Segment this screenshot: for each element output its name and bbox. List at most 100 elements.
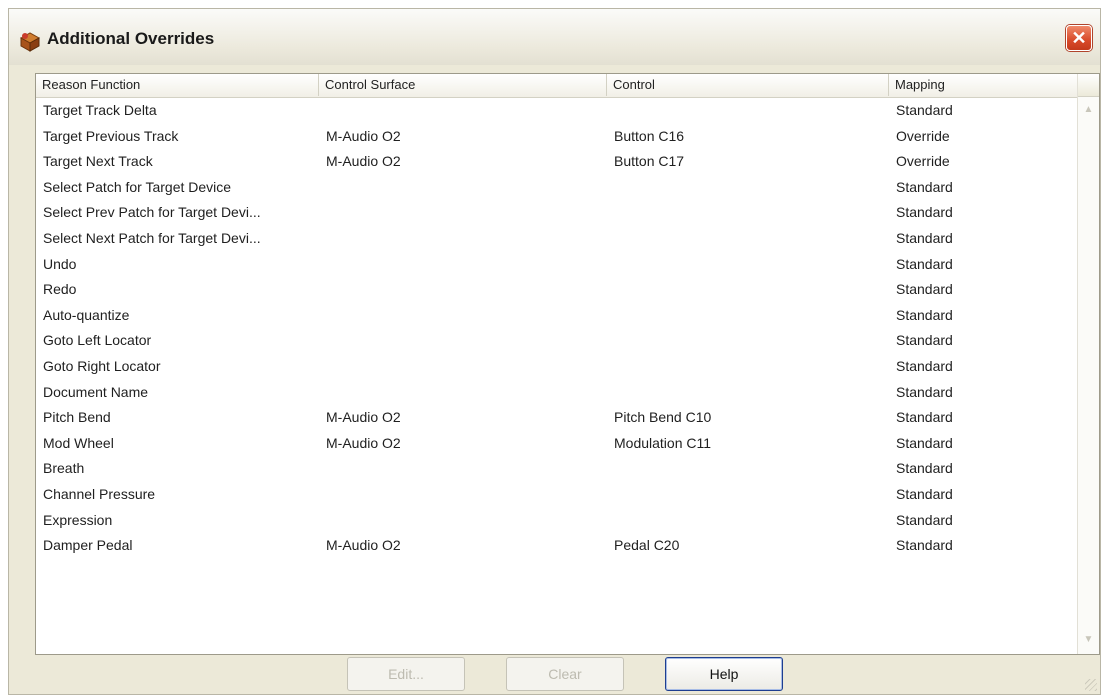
cell-mapping: Standard	[896, 306, 953, 323]
cell-reason-function: Target Previous Track	[43, 127, 179, 144]
table-row[interactable]: Target Track Delta Standard	[36, 98, 1078, 124]
table-row[interactable]: Goto Left Locator Standard	[36, 328, 1078, 354]
cell-mapping: Standard	[896, 281, 953, 298]
cell-control: Button C17	[614, 153, 685, 170]
table-row[interactable]: Target Previous Track M-Audio O2 Button C1…	[36, 124, 1078, 150]
table-row[interactable]: Auto-quantize Standard	[36, 303, 1078, 329]
table-row[interactable]: Pitch Bend M-Audio O2 Pitch Bend C10 Standa…	[36, 405, 1078, 431]
help-button[interactable]: Help	[665, 657, 783, 691]
cell-reason-function: Channel Pressure	[43, 485, 156, 502]
cell-mapping: Standard	[896, 485, 953, 502]
cell-mapping: Standard	[896, 537, 953, 554]
table-row[interactable]: Select Patch for Target Device Standard	[36, 175, 1078, 201]
cell-reason-function: Select Patch for Target Device	[43, 178, 232, 195]
table-row[interactable]: Mod Wheel M-Audio O2 Modulation C11 Standar…	[36, 431, 1078, 457]
cell-control	[607, 175, 896, 200]
table-row[interactable]: Expression Standard	[36, 508, 1078, 534]
cell-control-surface: M-Audio O2	[326, 127, 401, 144]
cell-mapping: Standard	[896, 255, 953, 272]
cell-reason-function: Pitch Bend	[43, 409, 111, 426]
cell-reason-function: Target Track Delta	[43, 102, 157, 118]
cell-control-surface	[319, 328, 614, 353]
close-button[interactable]: ✕	[1066, 25, 1092, 51]
clear-button[interactable]: Clear	[506, 657, 624, 691]
column-header-mapping[interactable]: Mapping	[889, 74, 1078, 96]
cell-mapping: Override	[896, 153, 950, 170]
table-row[interactable]: Document Name Standard	[36, 380, 1078, 406]
table-row[interactable]: Select Next Patch for Target Devi... Stan…	[36, 226, 1078, 252]
title-bar[interactable]: Additional Overrides ✕	[9, 9, 1100, 65]
table-row[interactable]: Breath Standard	[36, 456, 1078, 482]
column-header-control-surface[interactable]: Control Surface	[319, 74, 607, 96]
cell-control-surface	[319, 277, 614, 302]
cell-control-surface: M-Audio O2	[326, 537, 401, 554]
overrides-list[interactable]: Reason Function Control Surface Control …	[35, 73, 1100, 655]
cell-reason-function: Goto Right Locator	[43, 357, 161, 374]
cell-reason-function: Select Prev Patch for Target Devi...	[43, 204, 261, 221]
cell-reason-function: Auto-quantize	[43, 306, 130, 323]
cell-reason-function: Undo	[43, 255, 77, 272]
cell-control-surface	[319, 98, 614, 123]
cell-control	[607, 508, 896, 533]
cell-control	[607, 456, 896, 481]
cell-control-surface	[319, 380, 614, 405]
cell-reason-function: Damper Pedal	[43, 537, 133, 554]
cell-control	[607, 252, 896, 277]
cell-mapping: Standard	[896, 434, 953, 451]
cell-control	[607, 328, 896, 353]
cell-control	[607, 98, 896, 123]
cell-control: Pedal C20	[614, 537, 680, 554]
cell-control-surface	[319, 482, 614, 507]
scroll-down-icon[interactable]: ▼	[1080, 631, 1097, 648]
cell-mapping: Standard	[896, 204, 953, 221]
cell-mapping: Override	[896, 127, 950, 144]
cell-reason-function: Expression	[43, 511, 113, 528]
column-header-reason-function[interactable]: Reason Function	[36, 74, 319, 96]
cell-mapping: Standard	[896, 511, 953, 528]
cell-control-surface	[319, 200, 614, 225]
vertical-scrollbar[interactable]: ▲ ▼	[1077, 74, 1099, 654]
list-header: Reason Function Control Surface Control …	[36, 74, 1078, 98]
cell-control-surface	[319, 354, 614, 379]
cell-control	[607, 354, 896, 379]
cell-control-surface: M-Audio O2	[326, 153, 401, 170]
table-row[interactable]: Channel Pressure Standard	[36, 482, 1078, 508]
edit-button[interactable]: Edit...	[347, 657, 465, 691]
cell-mapping: Standard	[896, 383, 953, 400]
cell-control	[607, 482, 896, 507]
table-row[interactable]: Goto Right Locator Standard	[36, 354, 1078, 380]
cell-control-surface	[319, 252, 614, 277]
cell-mapping: Standard	[896, 409, 953, 426]
cell-control	[607, 380, 896, 405]
cell-control-surface	[319, 226, 614, 251]
cell-reason-function: Select Next Patch for Target Devi...	[43, 229, 261, 246]
cell-mapping: Standard	[896, 357, 953, 374]
table-row[interactable]: Redo Standard	[36, 277, 1078, 303]
cell-control	[607, 226, 896, 251]
cell-mapping: Standard	[896, 332, 953, 349]
cell-mapping: Standard	[896, 460, 953, 477]
table-row[interactable]: Damper Pedal M-Audio O2 Pedal C20 Standard	[36, 533, 1078, 559]
cell-control-surface: M-Audio O2	[326, 409, 401, 426]
resize-grip-icon[interactable]	[1085, 679, 1097, 691]
cell-control: Pitch Bend C10	[614, 409, 712, 426]
header-corner	[1078, 74, 1099, 97]
cell-mapping: Standard	[896, 229, 953, 246]
cell-control-surface	[319, 456, 614, 481]
cell-control	[607, 277, 896, 302]
cell-control-surface	[319, 303, 614, 328]
table-row[interactable]: Undo Standard	[36, 252, 1078, 278]
column-header-control[interactable]: Control	[607, 74, 889, 96]
additional-overrides-dialog: Additional Overrides ✕ Reason Function C…	[8, 8, 1101, 695]
cell-control	[607, 200, 896, 225]
cell-control-surface	[319, 175, 614, 200]
table-row[interactable]: Select Prev Patch for Target Devi... Stan…	[36, 200, 1078, 226]
cell-reason-function: Redo	[43, 281, 77, 298]
app-icon	[19, 32, 41, 52]
cell-control: Modulation C11	[614, 434, 712, 451]
dialog-title: Additional Overrides	[47, 29, 215, 48]
cell-reason-function: Document Name	[43, 383, 149, 400]
scroll-up-icon[interactable]: ▲	[1080, 101, 1097, 118]
cell-control-surface	[319, 508, 614, 533]
table-row[interactable]: Target Next Track M-Audio O2 Button C17 Ove…	[36, 149, 1078, 175]
